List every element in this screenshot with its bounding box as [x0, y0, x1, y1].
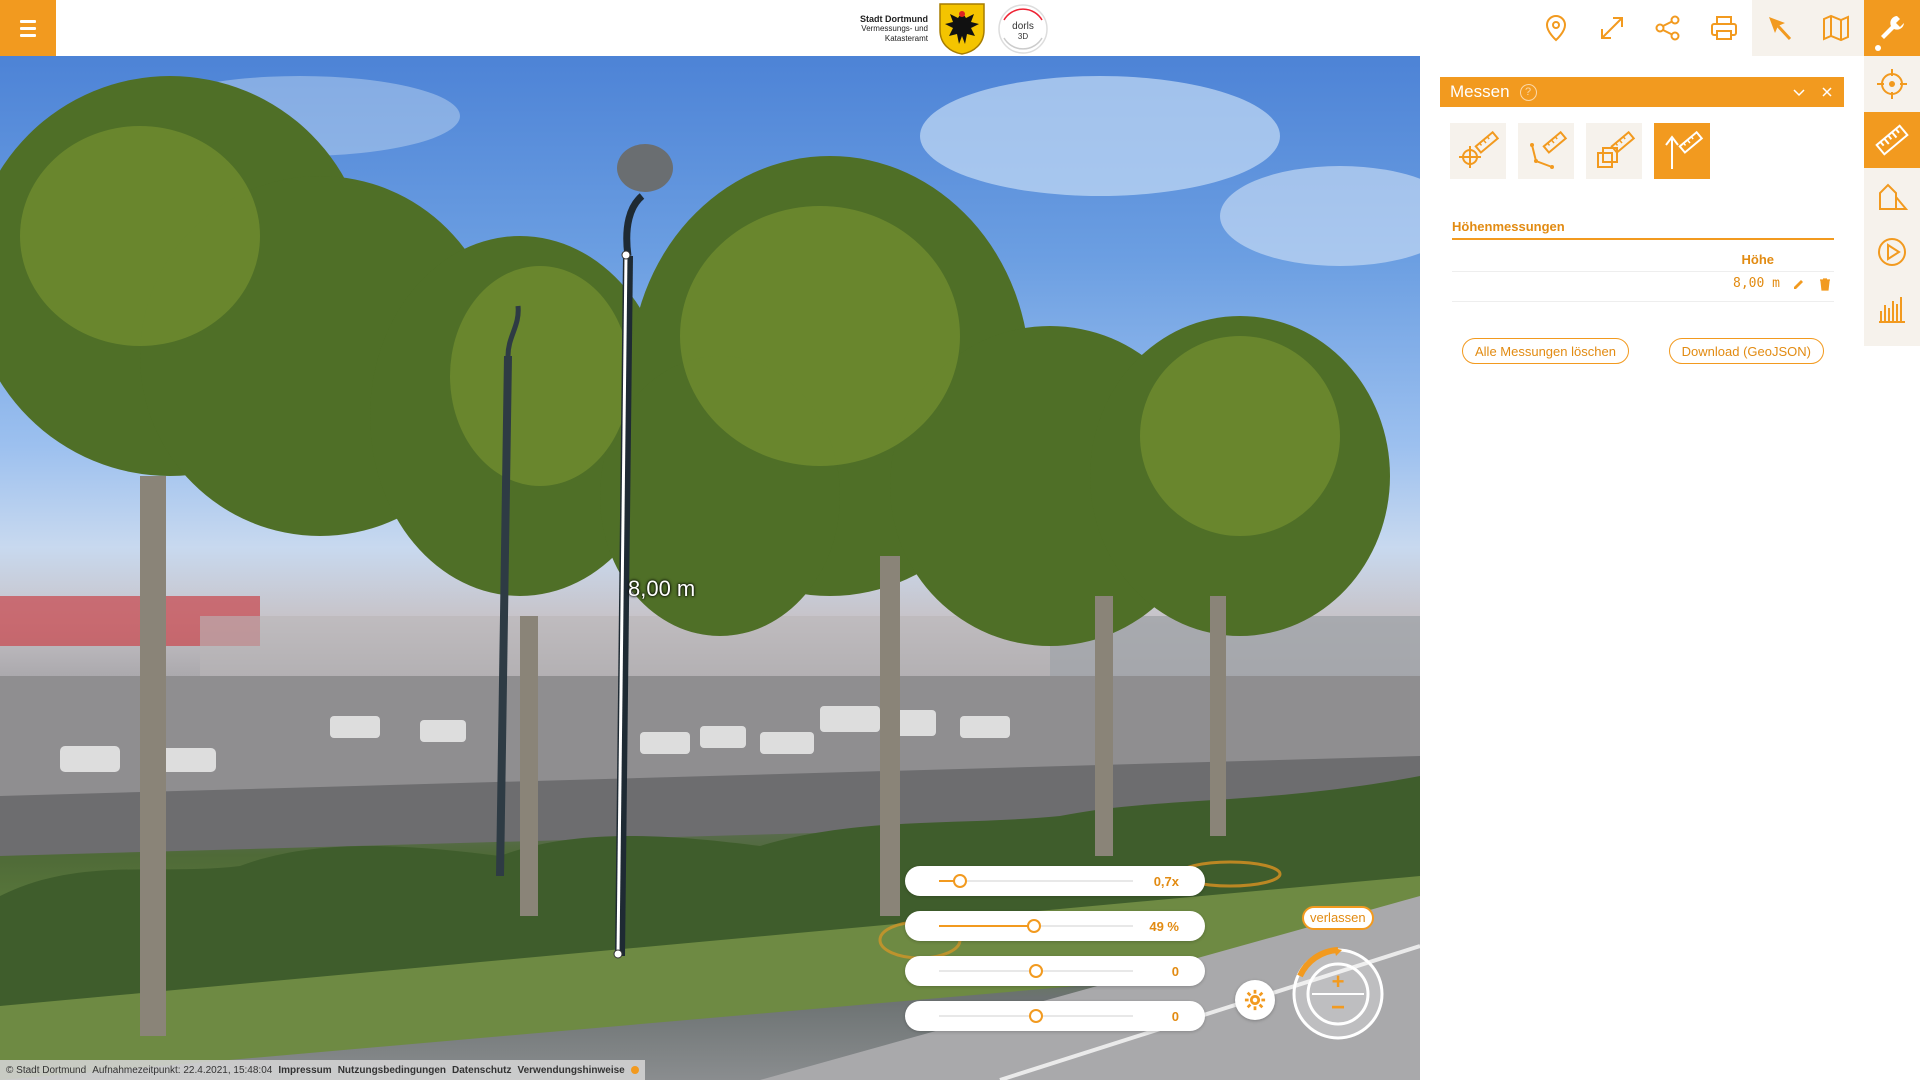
status-dot — [630, 1066, 639, 1074]
zoom-in-button[interactable]: + — [1332, 969, 1345, 994]
link-impressum[interactable]: Impressum — [278, 1065, 331, 1076]
tools-button[interactable] — [1864, 0, 1920, 56]
header: Stadt Dortmund Vermessungs- und Kataster… — [0, 0, 1920, 56]
side-measure-button[interactable] — [1864, 112, 1920, 168]
print-icon — [1711, 16, 1737, 40]
side-play-button[interactable] — [1864, 224, 1920, 280]
wrench-icon — [1881, 16, 1904, 39]
slider-knob[interactable] — [953, 874, 968, 888]
point-measure-button[interactable] — [1450, 123, 1506, 179]
logo-line-1: Stadt Dortmund — [860, 14, 928, 24]
print-button[interactable] — [1696, 0, 1752, 56]
area-measure-button[interactable] — [1586, 123, 1642, 179]
slider-knob[interactable] — [1029, 1009, 1043, 1023]
table-row: 8,00 m — [1452, 272, 1834, 302]
slider-value: 0,7x — [1153, 874, 1179, 889]
link-privacy[interactable]: Datenschutz — [452, 1065, 511, 1076]
zoom-control[interactable]: + − — [1290, 946, 1386, 1042]
logo-text: Stadt Dortmund Vermessungs- und Kataster… — [860, 14, 928, 44]
logo-line-3: Katasteramt — [884, 34, 928, 43]
fullscreen-icon — [1601, 17, 1623, 39]
height-measure-icon — [1665, 130, 1704, 169]
zoom-out-button[interactable]: − — [1331, 994, 1345, 1021]
height-measure-button[interactable] — [1654, 123, 1710, 179]
fullscreen-button[interactable] — [1584, 0, 1640, 56]
logo: Stadt Dortmund Vermessungs- und Kataster… — [860, 2, 1050, 56]
hamburger-icon — [20, 19, 36, 23]
slider-knob[interactable] — [1029, 964, 1043, 978]
height-measurements-section: Höhenmessungen Höhe 8,00 m — [1452, 219, 1834, 302]
point-measure-icon — [1459, 130, 1500, 168]
map-icon — [1823, 14, 1849, 42]
map-button[interactable] — [1808, 0, 1864, 56]
logo-line-2: Vermessungs- und — [861, 24, 928, 33]
side-profile-button[interactable] — [1864, 280, 1920, 336]
distance-measure-button[interactable] — [1518, 123, 1574, 179]
svg-text:3D: 3D — [1018, 32, 1028, 41]
side-shadow-button[interactable] — [1864, 168, 1920, 224]
3d-viewport[interactable]: 8,00 m 0,7x 49 % 0 0 verlassen + − © Sta… — [0, 56, 1420, 1080]
play-icon — [1878, 238, 1906, 266]
column-header-height: Höhe — [1741, 252, 1775, 267]
link-terms[interactable]: Nutzungsbedingungen — [338, 1065, 446, 1076]
download-geojson-button[interactable]: Download (GeoJSON) — [1668, 338, 1824, 364]
gear-icon — [1244, 989, 1266, 1011]
area-measure-icon — [1597, 130, 1636, 168]
side-locate-button[interactable] — [1864, 56, 1920, 112]
table-header: Höhe — [1452, 240, 1834, 272]
measure-panel: Messen ? Höhenmessungen Höhe 8,00 m Alle… — [1440, 77, 1844, 364]
crosshair-icon — [1877, 69, 1907, 99]
clear-all-button[interactable]: Alle Messungen löschen — [1462, 338, 1629, 364]
settings-button[interactable] — [1235, 980, 1275, 1020]
svg-text:dorls: dorls — [1012, 21, 1034, 32]
link-usage-notes[interactable]: Verwendungshinweise — [517, 1065, 624, 1076]
slider-opacity[interactable]: 49 % — [905, 911, 1205, 941]
capture-time: Aufnahmezeitpunkt: 22.4.2021, 15:48:04 — [92, 1064, 273, 1076]
active-indicator-dot — [1875, 45, 1881, 51]
chevron-down-icon[interactable] — [1792, 85, 1806, 99]
slider-offset-b[interactable]: 0 — [905, 1001, 1205, 1031]
trash-icon[interactable] — [1818, 277, 1832, 291]
street-scene-pointcloud — [0, 76, 1420, 1080]
distance-measure-icon — [1530, 130, 1568, 169]
side-toolbar — [1864, 56, 1920, 346]
house-shadow-icon — [1879, 183, 1909, 210]
close-icon[interactable] — [1820, 85, 1834, 99]
cursor-select-icon — [1769, 17, 1792, 41]
help-icon[interactable]: ? — [1519, 83, 1537, 101]
footer: © Stadt Dortmund Aufnahmezeitpunkt: 22.4… — [0, 1060, 645, 1080]
slider-value: 0 — [1171, 1009, 1179, 1024]
coat-of-arms-icon — [939, 3, 985, 55]
top-toolbar — [1528, 0, 1864, 56]
measurement-label: 8,00 m — [628, 576, 696, 601]
ruler-icon — [1875, 124, 1909, 156]
slider-value: 49 % — [1149, 919, 1179, 934]
slider-speed[interactable]: 0,7x — [905, 866, 1205, 896]
slider-offset-a[interactable]: 0 — [905, 956, 1205, 986]
slider-value: 0 — [1171, 964, 1179, 979]
panel-title: Messen — [1450, 82, 1510, 101]
dorls-3d-logo-icon: dorls 3D — [998, 4, 1048, 54]
profile-icon — [1879, 297, 1905, 323]
slider-knob[interactable] — [1027, 919, 1042, 933]
location-button[interactable] — [1528, 0, 1584, 56]
measure-tool-row — [1450, 123, 1844, 179]
location-pin-icon — [1545, 14, 1567, 42]
share-button[interactable] — [1640, 0, 1696, 56]
menu-button[interactable] — [0, 0, 56, 56]
select-button[interactable] — [1752, 0, 1808, 56]
measurement-value: 8,00 m — [1733, 276, 1780, 291]
slider-fill — [939, 925, 1035, 927]
leave-button[interactable]: verlassen — [1302, 906, 1374, 930]
edit-icon[interactable] — [1792, 277, 1806, 291]
share-icon — [1655, 15, 1680, 41]
section-title: Höhenmessungen — [1452, 219, 1834, 240]
panel-header: Messen ? — [1440, 77, 1844, 107]
copyright: © Stadt Dortmund — [6, 1064, 87, 1076]
panel-buttons: Alle Messungen löschen Download (GeoJSON… — [1462, 338, 1824, 364]
